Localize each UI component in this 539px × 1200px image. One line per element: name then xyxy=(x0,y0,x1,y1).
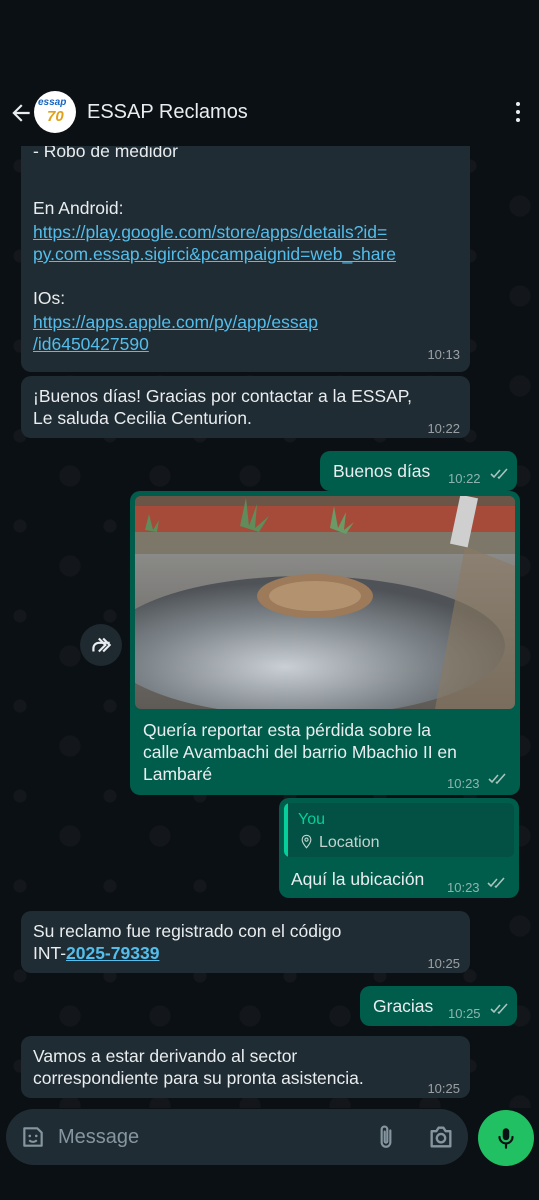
forward-button[interactable] xyxy=(80,624,122,666)
message-text: Quería reportar esta pérdida sobre la xyxy=(143,720,431,740)
forward-icon xyxy=(92,637,112,653)
camera-icon[interactable] xyxy=(427,1123,455,1151)
message-text: ¡Buenos días! Gracias por contactar a la… xyxy=(33,386,413,406)
message-link[interactable]: py.com.essap.sigirci&pcampaignid=web_sha… xyxy=(33,243,396,265)
message-text: Aquí la ubicación xyxy=(291,869,425,889)
quote-author: You xyxy=(298,811,325,828)
message-incoming[interactable]: Vamos a estar derivando al sector corres… xyxy=(21,1036,470,1098)
message-text: Lambaré xyxy=(143,764,213,784)
message-outgoing[interactable]: You Location Aquí la ubicación 10:23 xyxy=(279,798,519,898)
paperclip-icon[interactable] xyxy=(373,1124,399,1150)
message-time: 10:22 xyxy=(427,421,460,436)
message-time: 10:25 xyxy=(427,1081,460,1096)
double-check-icon xyxy=(490,468,508,480)
more-vertical-icon[interactable] xyxy=(515,102,521,124)
sticker-icon[interactable] xyxy=(20,1124,46,1150)
avatar-logo-text: essap xyxy=(38,97,67,108)
message-link[interactable]: https://apps.apple.com/py/app/essap xyxy=(33,311,318,333)
voice-message-button[interactable] xyxy=(478,1110,534,1166)
message-photo[interactable] xyxy=(135,496,515,709)
message-text: Vamos a estar derivando al sector xyxy=(33,1046,298,1066)
message-text: Le saluda Cecilia Centurion. xyxy=(33,408,252,428)
message-time: 10:23 xyxy=(447,776,480,791)
message-time: 10:13 xyxy=(427,347,460,362)
message-time: 10:23 xyxy=(447,880,480,895)
message-text: Su reclamo fue registrado con el código xyxy=(33,921,342,941)
message-list[interactable]: - Robo de medidor En Android: https://pl… xyxy=(0,146,539,1108)
chat-header: essap 70 ESSAP Reclamos xyxy=(0,80,539,146)
message-incoming[interactable]: - Robo de medidor En Android: https://pl… xyxy=(21,146,470,372)
message-outgoing[interactable]: Buenos días 10:22 xyxy=(320,451,517,491)
avatar-logo-number: 70 xyxy=(47,108,64,125)
message-text: correspondiente para su pronta asistenci… xyxy=(33,1068,364,1088)
message-caption: Quería reportar esta pérdida sobre la ca… xyxy=(130,711,520,793)
message-text: IOs: xyxy=(33,288,66,308)
message-input[interactable]: Message xyxy=(58,1126,139,1149)
message-incoming[interactable]: Su reclamo fue registrado con el código … xyxy=(21,911,470,973)
quote-accent xyxy=(284,803,288,857)
status-bar xyxy=(0,0,539,80)
double-check-icon xyxy=(487,877,505,889)
chat-title[interactable]: ESSAP Reclamos xyxy=(87,101,248,124)
message-link[interactable]: https://play.google.com/store/apps/detai… xyxy=(33,221,387,243)
photo-image xyxy=(135,496,515,709)
message-text: Gracias xyxy=(373,996,434,1016)
message-text: calle Avambachi del barrio Mbachio II en xyxy=(143,742,457,762)
avatar[interactable]: essap 70 xyxy=(34,91,76,133)
arrow-left-icon[interactable] xyxy=(8,100,34,126)
message-text-prefix: INT- xyxy=(33,943,67,963)
message-outgoing[interactable]: Gracias 10:25 xyxy=(360,986,517,1026)
double-check-icon xyxy=(488,773,506,785)
microphone-icon xyxy=(498,1128,514,1149)
message-text: En Android: xyxy=(33,198,124,218)
message-incoming[interactable]: ¡Buenos días! Gracias por contactar a la… xyxy=(21,376,470,438)
message-text: Buenos días xyxy=(333,461,431,481)
quoted-message[interactable]: You Location xyxy=(284,803,514,857)
message-link[interactable]: /id6450427590 xyxy=(33,333,149,355)
message-composer[interactable]: Message xyxy=(6,1109,468,1165)
location-pin-icon xyxy=(301,834,312,849)
message-time: 10:25 xyxy=(448,1006,481,1021)
quote-text: Location xyxy=(319,834,380,851)
claim-code-link[interactable]: 2025-79339 xyxy=(66,942,159,964)
message-time: 10:22 xyxy=(448,471,481,486)
message-time: 10:25 xyxy=(427,956,460,971)
message-text: - Robo de medidor xyxy=(33,146,178,161)
double-check-icon xyxy=(490,1003,508,1015)
